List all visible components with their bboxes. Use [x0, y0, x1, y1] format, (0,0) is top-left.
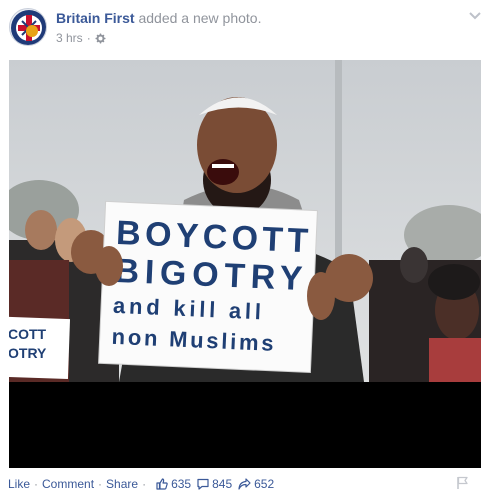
gear-icon [95, 33, 106, 44]
post-photo[interactable]: COTT OTRY BOYCOTT BIGOTRY and kill all n… [9, 60, 481, 468]
feed-post: Britain First added a new photo. 3 hrs · [0, 0, 490, 498]
post-header: Britain First added a new photo. [56, 10, 261, 26]
comment-link[interactable]: Comment [42, 477, 94, 491]
flag-icon[interactable] [456, 476, 470, 490]
comments-stat[interactable]: 845 [197, 477, 232, 491]
likes-count: 635 [171, 477, 192, 491]
side-sign-line-2: OTRY [9, 345, 47, 361]
shares-count: 652 [254, 477, 275, 491]
post-action-text: added a new photo. [138, 10, 262, 26]
chevron-down-icon[interactable] [468, 9, 482, 21]
thumbs-up-icon [156, 478, 168, 490]
side-sign-line-1: COTT [9, 326, 47, 342]
page-name-link[interactable]: Britain First [56, 10, 135, 26]
comment-bubble-icon [197, 478, 209, 490]
post-timestamp[interactable]: 3 hrs [56, 31, 83, 45]
share-arrow-icon [238, 478, 251, 490]
shares-stat[interactable]: 652 [238, 477, 274, 491]
likes-stat[interactable]: 635 [156, 477, 191, 491]
page-avatar[interactable] [9, 8, 47, 46]
post-meta: 3 hrs · [56, 31, 106, 45]
comments-count: 845 [212, 477, 233, 491]
share-link[interactable]: Share [106, 477, 138, 491]
like-link[interactable]: Like [8, 477, 30, 491]
post-footer: Like · Comment · Share · 635 845 652 [8, 477, 275, 491]
